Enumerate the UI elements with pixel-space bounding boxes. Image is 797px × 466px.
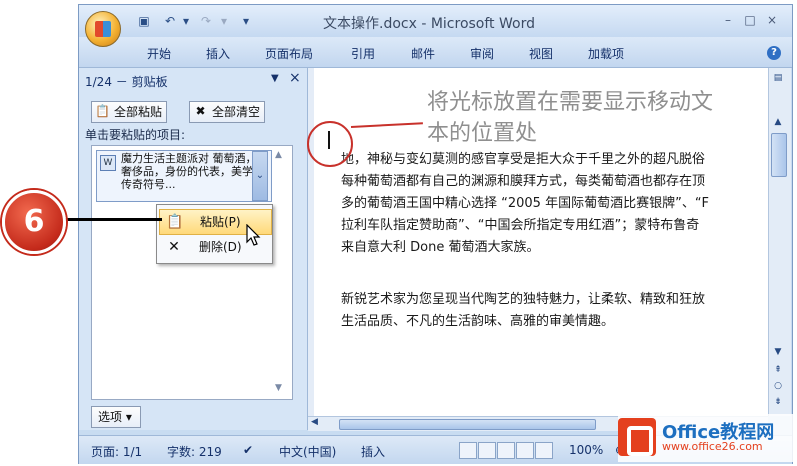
clear-icon: ✖ <box>195 104 206 118</box>
tab-insert[interactable]: 插入 <box>206 45 230 62</box>
ribbon-tabs: 开始 插入 页面布局 引用 邮件 审阅 视图 加载项 ? <box>79 37 792 68</box>
watermark-logo: Office教程网 www.office26.com <box>618 414 794 462</box>
office-logo-icon <box>618 418 656 456</box>
tab-references[interactable]: 引用 <box>351 45 375 62</box>
draft-icon[interactable] <box>535 442 553 459</box>
clipboard-item-text: 魔力生活主题派对 葡萄酒，奢侈品，身份的代表，美学和传奇符号... <box>121 152 264 191</box>
next-page-icon[interactable]: ⇟ <box>771 395 785 409</box>
cursor-highlight-circle <box>307 121 353 167</box>
insert-mode[interactable]: 插入 <box>361 443 385 460</box>
text-cursor <box>328 131 330 149</box>
redo-dropdown-icon[interactable]: ▾ <box>217 14 231 28</box>
doc-line: 生活品质、不凡的生活韵味、高雅的审美情趣。 <box>341 314 615 329</box>
step-number-badge: 6 <box>2 190 66 254</box>
pane-menu-icon[interactable]: ▼ <box>271 73 279 84</box>
vertical-scroll-thumb[interactable] <box>771 133 787 177</box>
help-icon[interactable]: ? <box>767 46 781 60</box>
clear-all-label: 全部清空 <box>212 105 261 119</box>
list-scroll-down-icon[interactable]: ▼ <box>275 383 282 393</box>
paste-all-label: 全部粘贴 <box>114 105 163 119</box>
mouse-pointer-icon <box>246 224 261 246</box>
vertical-ruler <box>308 68 314 416</box>
paste-icon: 📋 <box>95 104 110 118</box>
maximize-button[interactable]: □ <box>741 12 759 28</box>
proofing-icon[interactable]: ✔ <box>243 443 253 457</box>
customize-quick-access-icon[interactable]: ▾ <box>239 14 253 28</box>
browse-object-icon[interactable]: ○ <box>771 379 785 393</box>
menu-paste-label: 粘贴(P) <box>200 215 241 229</box>
horizontal-scroll-thumb[interactable] <box>339 419 596 430</box>
zoom-level[interactable]: 100% <box>569 443 603 457</box>
full-screen-icon[interactable] <box>478 442 496 459</box>
doc-line: 新锐艺术家为您呈现当代陶艺的独特魅力，让柔软、精致和狂放 <box>341 292 706 307</box>
office-button[interactable] <box>85 11 121 47</box>
pane-close-icon[interactable]: × <box>289 70 301 86</box>
language-status[interactable]: 中文(中国) <box>279 443 336 460</box>
clipboard-item[interactable]: W 魔力生活主题派对 葡萄酒，奢侈品，身份的代表，美学和传奇符号... <box>96 150 272 202</box>
step-connector-line <box>64 218 162 221</box>
clipboard-hint: 单击要粘贴的项目: <box>85 128 186 142</box>
tab-page-layout[interactable]: 页面布局 <box>265 45 313 62</box>
scroll-up-icon[interactable]: ▲ <box>771 115 785 129</box>
undo-icon[interactable]: ↶ <box>163 14 177 28</box>
clipboard-list: W 魔力生活主题派对 葡萄酒，奢侈品，身份的代表，美学和传奇符号... ⌄ ▲ … <box>91 145 293 400</box>
web-layout-icon[interactable] <box>497 442 515 459</box>
scroll-down-icon[interactable]: ▼ <box>771 345 785 359</box>
watermark-url: www.office26.com <box>662 440 763 453</box>
outline-icon[interactable] <box>516 442 534 459</box>
tab-mailings[interactable]: 邮件 <box>411 45 435 62</box>
tab-add-ins[interactable]: 加载项 <box>588 45 624 62</box>
paste-all-button[interactable]: 📋 全部粘贴 <box>91 101 168 123</box>
item-dropdown-icon[interactable]: ⌄ <box>252 151 268 201</box>
ruler-toggle-icon[interactable]: ▤ <box>771 71 785 85</box>
list-scroll-up-icon[interactable]: ▲ <box>275 150 282 160</box>
tab-review[interactable]: 审阅 <box>470 45 494 62</box>
callout-annotation: 将光标放置在需要显示移动文本的位置处 <box>427 90 714 146</box>
word-doc-icon: W <box>100 155 116 171</box>
menu-delete-label: 删除(D) <box>199 240 242 254</box>
close-button[interactable]: × <box>763 12 781 28</box>
print-layout-icon[interactable] <box>459 442 477 459</box>
paste-icon: 📋 <box>166 214 184 230</box>
doc-line: 地，神秘与变幻莫测的感官享受是拒大众于千里之外的超凡脱俗 <box>341 152 706 167</box>
word-count[interactable]: 字数: 219 <box>167 443 222 460</box>
title-bar: ▣ ↶ ▾ ↷ ▾ ▾ 文本操作.docx - Microsoft Word –… <box>79 5 792 37</box>
redo-icon[interactable]: ↷ <box>199 14 213 28</box>
window-title: 文本操作.docx - Microsoft Word <box>323 16 535 32</box>
undo-dropdown-icon[interactable]: ▾ <box>179 14 193 28</box>
minimize-button[interactable]: – <box>719 12 737 28</box>
page-count[interactable]: 页面: 1/1 <box>91 443 142 460</box>
doc-line: 来自意大利 Done 葡萄酒大家族。 <box>341 240 540 255</box>
previous-page-icon[interactable]: ⇞ <box>771 363 785 377</box>
clipboard-header: 1/24 － 剪贴板 <box>85 75 168 89</box>
delete-icon: ✕ <box>168 239 180 255</box>
doc-line: 拉利车队指定赞助商”、“中国会所指定专用红酒”；蒙特布鲁奇 <box>341 218 700 233</box>
clear-all-button[interactable]: ✖ 全部清空 <box>189 101 266 123</box>
tab-view[interactable]: 视图 <box>529 45 553 62</box>
options-button[interactable]: 选项 ▾ <box>91 406 141 428</box>
save-icon[interactable]: ▣ <box>137 14 151 28</box>
doc-line: 多的葡萄酒王国中精心选择 “2005 年国际葡萄酒比赛银牌”、“F <box>341 196 710 211</box>
tab-home[interactable]: 开始 <box>147 45 171 62</box>
scroll-left-icon[interactable]: ◀ <box>311 417 318 427</box>
doc-line: 每种葡萄酒都有自己的渊源和膜拜方式，每类葡萄酒也都存在顶 <box>341 174 706 189</box>
